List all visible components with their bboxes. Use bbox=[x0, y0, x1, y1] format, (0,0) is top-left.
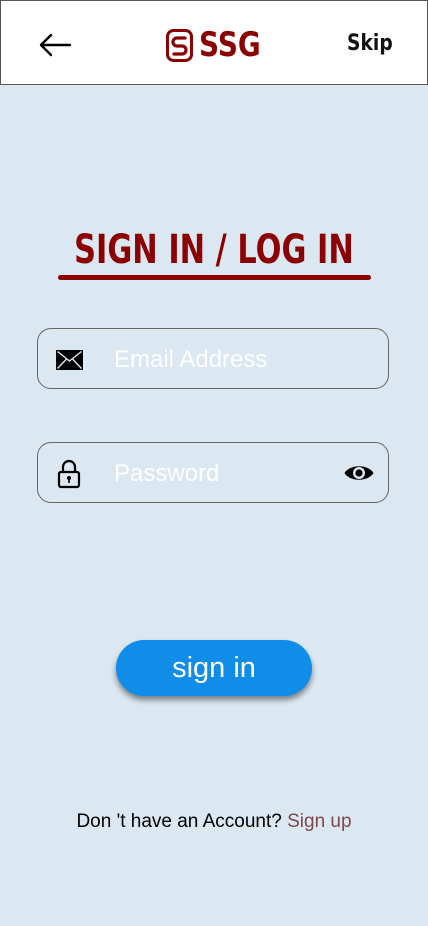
sign-up-link[interactable]: Sign up bbox=[287, 811, 351, 832]
logo-text: SSG bbox=[199, 25, 261, 65]
skip-button[interactable]: Skip bbox=[347, 31, 393, 56]
back-button[interactable] bbox=[35, 27, 75, 63]
password-field[interactable]: Password bbox=[37, 442, 389, 503]
signup-prompt-text: Don 't have an Account? bbox=[76, 811, 282, 832]
top-bar: SSG Skip bbox=[0, 0, 428, 85]
password-placeholder: Password bbox=[114, 459, 220, 487]
title-underline bbox=[58, 275, 371, 280]
logo: SSG bbox=[166, 25, 274, 65]
sign-in-button[interactable]: sign in bbox=[116, 640, 312, 696]
eye-icon[interactable] bbox=[342, 458, 376, 488]
logo-mark-icon bbox=[166, 28, 193, 62]
signup-prompt: Don 't have an Account? Sign up bbox=[0, 811, 428, 833]
email-field[interactable]: Email Address bbox=[37, 328, 389, 389]
page-title-text: SIGN IN / LOG IN bbox=[74, 227, 354, 273]
envelope-icon bbox=[54, 345, 84, 375]
page-title: SIGN IN / LOG IN bbox=[0, 230, 428, 270]
arrow-left-icon bbox=[39, 33, 72, 57]
email-placeholder: Email Address bbox=[114, 345, 268, 373]
lock-icon bbox=[54, 459, 84, 489]
